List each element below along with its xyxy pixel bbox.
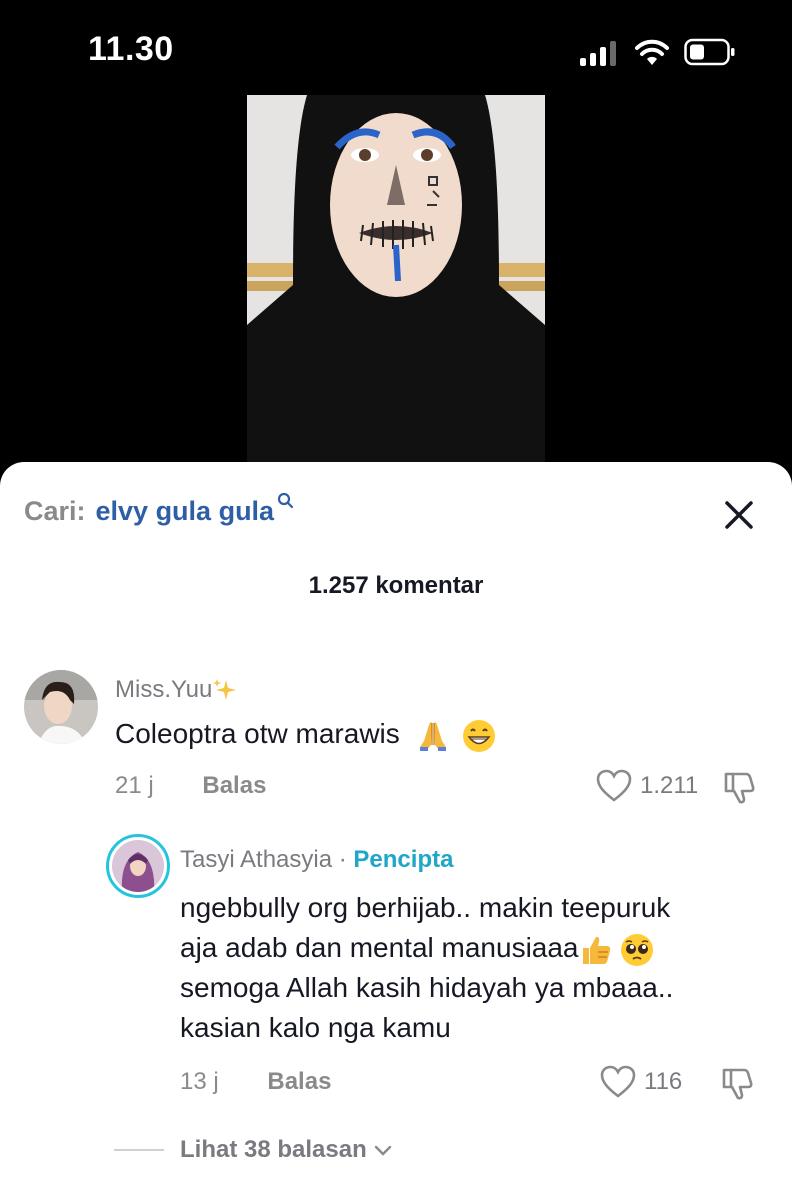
like-button[interactable]: 1.211: [596, 769, 698, 803]
reply-meta: 13 j Balas: [180, 1068, 331, 1096]
pleading-face-emoji: [620, 933, 653, 966]
reply-line: aja adab dan mental manusiaaa: [180, 932, 579, 963]
like-button[interactable]: 116: [600, 1065, 682, 1099]
comment-count: 1.257 komentar: [308, 572, 484, 599]
chevron-down-icon: [374, 1145, 391, 1156]
grinning-face-emoji: [463, 719, 496, 752]
close-icon[interactable]: [722, 498, 756, 532]
sparkles-icon: [213, 678, 237, 700]
comment-meta: 21 j Balas: [115, 772, 266, 800]
video-frame-image: [247, 95, 545, 467]
avatar[interactable]: [24, 670, 98, 744]
view-replies-label: Lihat 38 balasan: [180, 1136, 367, 1163]
reply-line-with-emoji: aja adab dan mental manusiaaa: [180, 928, 770, 968]
wifi-icon: [635, 39, 669, 65]
folded-hands-emoji: [419, 721, 446, 751]
username-text: Tasyi Athasyia: [180, 846, 333, 873]
dislike-icon[interactable]: [720, 1065, 756, 1101]
reply-line: semoga Allah kasih hidayah ya mbaaa..: [180, 972, 674, 1003]
search-prefix: Cari:: [24, 496, 86, 526]
creator-badge: Pencipta: [353, 846, 454, 873]
reply-button[interactable]: Balas: [202, 772, 266, 799]
like-count: 116: [644, 1068, 683, 1095]
like-count: 1.211: [640, 772, 699, 799]
reply-text: ngebbully org berhijab.. makin teepuruk …: [180, 888, 770, 1048]
search-icon: [277, 492, 294, 509]
username-text: Miss.Yuu: [115, 676, 213, 703]
view-replies-button[interactable]: Lihat 38 balasan: [114, 1136, 393, 1164]
thumbs-up-emoji: [582, 936, 610, 964]
heart-icon: [600, 1065, 636, 1098]
comment-username[interactable]: Miss.Yuu: [115, 676, 238, 704]
comments-sheet: Cari: elvy gula gula 1.257 komentar Miss…: [0, 462, 792, 1200]
search-suggestion[interactable]: Cari: elvy gula gula: [24, 492, 294, 527]
battery-icon: [684, 38, 735, 66]
video-preview[interactable]: [247, 95, 545, 467]
comment-age: 21 j: [115, 772, 154, 799]
reply-button[interactable]: Balas: [267, 1068, 331, 1095]
comment-text: Coleoptra otw marawis: [115, 714, 497, 754]
cellular-signal-icon: [580, 40, 616, 66]
status-time: 11.30: [88, 30, 174, 68]
reply-age: 13 j: [180, 1068, 219, 1095]
username-separator: ·: [332, 846, 354, 873]
reply-line: kasian kalo nga kamu: [180, 1012, 451, 1043]
divider-line: [114, 1149, 164, 1151]
search-query-link[interactable]: elvy gula gula: [96, 496, 275, 527]
comment-body: Coleoptra otw marawis: [115, 718, 400, 749]
reply-username[interactable]: Tasyi Athasyia · Pencipta: [180, 846, 453, 874]
heart-icon: [596, 769, 632, 802]
dislike-icon[interactable]: [722, 769, 758, 805]
creator-avatar[interactable]: [106, 834, 170, 898]
reply-line: ngebbully org berhijab.. makin teepuruk: [180, 892, 671, 923]
